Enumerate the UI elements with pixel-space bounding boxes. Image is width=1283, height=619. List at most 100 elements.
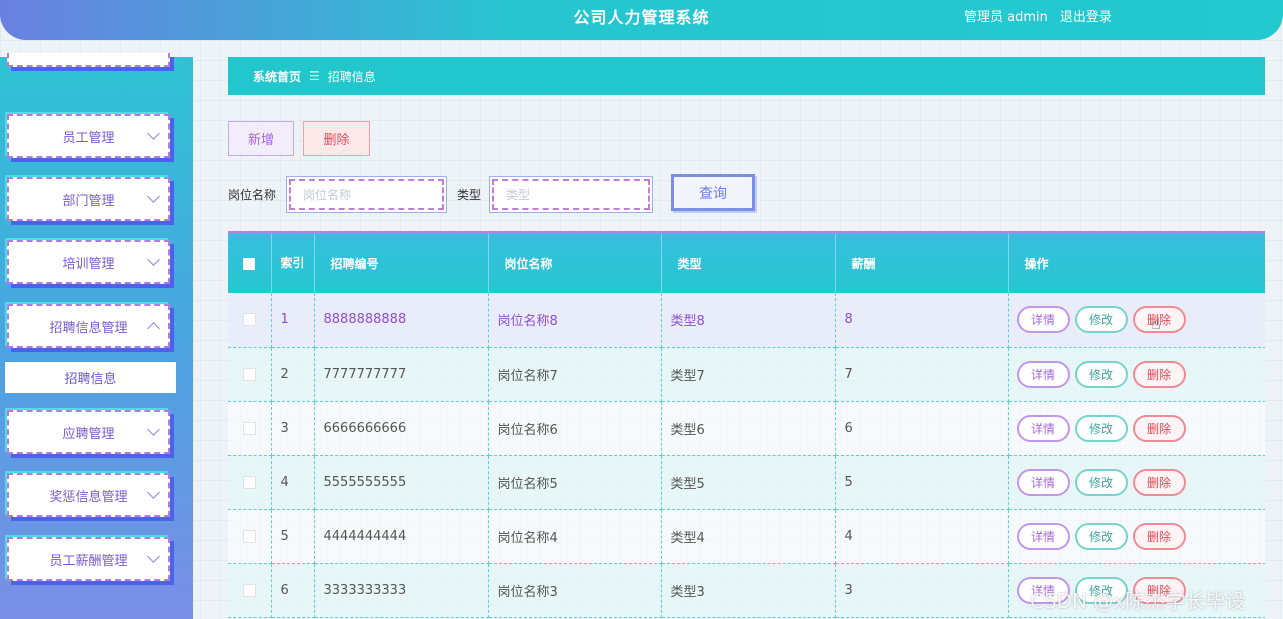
detail-button[interactable]: 详情 (1016, 306, 1070, 334)
row-select-cell (228, 455, 272, 510)
add-button[interactable]: 新增 (228, 121, 294, 156)
row-checkbox[interactable] (242, 529, 256, 543)
column-header-position: 岗位名称 (488, 234, 662, 293)
type-input[interactable] (489, 176, 653, 213)
chevron-down-icon (147, 550, 160, 563)
cell-index: 4 (271, 455, 315, 510)
cell-ops: 详情 修改 删除 (1008, 509, 1265, 564)
cell-ops: 详情 修改 删除 (1008, 347, 1265, 402)
edit-button[interactable]: 修改 (1074, 360, 1128, 388)
column-header-type: 类型 (661, 234, 836, 293)
search-button[interactable]: 查询 (671, 174, 755, 211)
table-header-row: 索引 招聘编号 岗位名称 类型 薪酬 操作 (228, 234, 1265, 293)
chevron-up-icon (147, 322, 160, 335)
mouse-pointer-icon: ☝ (1151, 314, 1161, 333)
row-select-cell (228, 563, 272, 618)
sidebar-item-department[interactable]: 部门管理 (7, 177, 170, 221)
cell-type: 类型7 (661, 347, 836, 402)
delete-button[interactable]: 删除 (1132, 522, 1186, 550)
cell-index: 3 (271, 401, 315, 456)
cell-index: 6 (271, 563, 315, 618)
sidebar-item-partial (7, 53, 170, 67)
delete-button[interactable]: 删除 (1132, 360, 1186, 388)
cell-salary: 8 (835, 293, 1009, 348)
table-row: 1 8888888888 岗位名称8 类型8 8 详情 修改 删除 (228, 293, 1265, 348)
chevron-down-icon (147, 486, 160, 499)
logout-link[interactable]: 退出登录 (1060, 6, 1112, 25)
batch-delete-button[interactable]: 删除 (303, 121, 370, 156)
row-checkbox[interactable] (242, 421, 256, 435)
column-header-index: 索引 (271, 234, 315, 293)
row-actions: 详情 修改 删除 (1016, 414, 1265, 442)
watermark: CSDN @x陈杰学长毕设 (1030, 589, 1246, 613)
cell-code: 6666666666 (314, 401, 489, 456)
cell-index: 2 (271, 347, 315, 402)
sidebar-item-salary[interactable]: 员工薪酬管理 (7, 537, 170, 581)
edit-button[interactable]: 修改 (1074, 306, 1128, 334)
sidebar-item-label: 招聘信息管理 (49, 320, 128, 336)
cell-position: 岗位名称7 (488, 347, 662, 402)
breadcrumb: 系统首页 ☰ 招聘信息 (228, 57, 1265, 95)
position-name-label: 岗位名称 (228, 188, 277, 202)
row-actions: 详情 修改 删除 (1016, 306, 1265, 334)
cell-type: 类型5 (661, 455, 836, 510)
sidebar-subitem-recruitment-info[interactable]: 招聘信息 (5, 362, 176, 393)
cell-position: 岗位名称5 (488, 455, 662, 510)
row-actions: 详情 修改 删除 (1016, 522, 1265, 550)
edit-button[interactable]: 修改 (1074, 468, 1128, 496)
breadcrumb-home[interactable]: 系统首页 (253, 68, 301, 85)
cell-type: 类型6 (661, 401, 836, 456)
cell-code: 7777777777 (314, 347, 489, 402)
row-checkbox[interactable] (242, 475, 256, 489)
detail-button[interactable]: 详情 (1016, 522, 1070, 550)
edit-button[interactable]: 修改 (1074, 414, 1128, 442)
sidebar-item-recruitment[interactable]: 招聘信息管理 (7, 304, 170, 348)
chevron-down-icon (147, 127, 160, 140)
position-name-input[interactable] (286, 176, 447, 213)
table-row: 4 5555555555 岗位名称5 类型5 5 详情 修改 删除 (228, 455, 1265, 510)
cell-salary: 7 (835, 347, 1009, 402)
sidebar-item-label: 员工薪酬管理 (49, 553, 128, 569)
cell-type: 类型8 (661, 293, 836, 348)
cell-code: 5555555555 (314, 455, 489, 510)
cell-position: 岗位名称3 (488, 563, 662, 618)
sidebar-item-label: 部门管理 (62, 193, 115, 209)
cell-position: 岗位名称6 (488, 401, 662, 456)
delete-button[interactable]: 删除 (1132, 468, 1186, 496)
detail-button[interactable]: 详情 (1016, 360, 1070, 388)
sidebar-item-label: 员工管理 (62, 130, 115, 146)
delete-button[interactable]: 删除 (1132, 414, 1186, 442)
recruitment-table: 索引 招聘编号 岗位名称 类型 薪酬 操作 1 8888888888 岗位名称8 类型… (228, 231, 1265, 619)
cell-salary: 4 (835, 509, 1009, 564)
sidebar-item-training[interactable]: 培训管理 (7, 240, 170, 284)
chevron-down-icon (147, 190, 160, 203)
row-actions: 详情 修改 删除 (1016, 468, 1265, 496)
menu-icon: ☰ (309, 69, 320, 83)
cell-ops: 详情 修改 删除 (1008, 401, 1265, 456)
row-checkbox[interactable] (242, 313, 256, 327)
cell-code: 4444444444 (314, 509, 489, 564)
cell-position: 岗位名称8 (488, 293, 662, 348)
table-row: 3 6666666666 岗位名称6 类型6 6 详情 修改 删除 (228, 401, 1265, 456)
column-header-ops: 操作 (1008, 234, 1265, 293)
select-all-checkbox[interactable] (243, 258, 256, 270)
row-select-cell (228, 347, 272, 402)
breadcrumb-current: 招聘信息 (327, 69, 376, 84)
chevron-down-icon (147, 423, 160, 436)
table-row: 5 4444444444 岗位名称4 类型4 4 详情 修改 删除 (228, 509, 1265, 564)
current-user-label: 管理员 admin (964, 10, 1048, 25)
cell-index: 1 (271, 293, 315, 348)
app-header: 公司人力管理系统 管理员 admin 退出登录 (0, 0, 1283, 40)
row-checkbox[interactable] (242, 367, 256, 381)
sidebar-item-label: 培训管理 (62, 256, 115, 272)
detail-button[interactable]: 详情 (1016, 414, 1070, 442)
row-checkbox[interactable] (242, 583, 256, 597)
sidebar-item-application[interactable]: 应聘管理 (7, 410, 170, 454)
select-all-cell (228, 234, 272, 293)
detail-button[interactable]: 详情 (1016, 468, 1070, 496)
edit-button[interactable]: 修改 (1074, 522, 1128, 550)
cell-salary: 5 (835, 455, 1009, 510)
sidebar-item-rewards[interactable]: 奖惩信息管理 (7, 473, 170, 517)
type-label: 类型 (457, 188, 482, 202)
sidebar-item-employee[interactable]: 员工管理 (7, 114, 170, 158)
